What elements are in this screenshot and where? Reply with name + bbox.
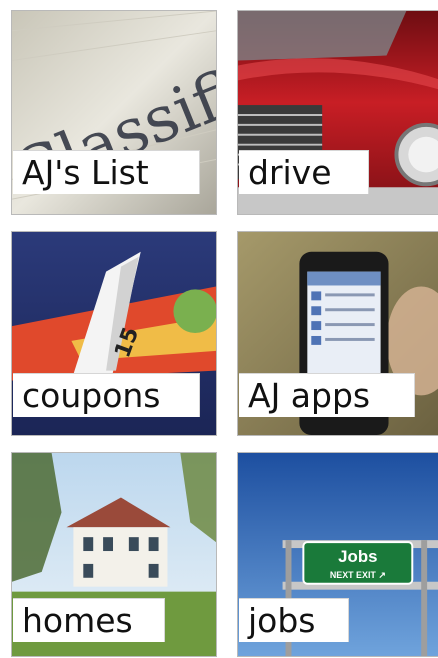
tile-label: jobs (239, 598, 349, 642)
tile-label: drive (239, 150, 369, 194)
tile-jobs[interactable]: Jobs NEXT EXIT ↗ jobs (237, 452, 438, 657)
tile-label: AJ's List (13, 150, 200, 194)
tile-label: coupons (13, 373, 200, 417)
tile-label: homes (13, 598, 165, 642)
sign-subtitle-text: NEXT EXIT ↗ (330, 570, 386, 580)
sign-title-text: Jobs (338, 547, 377, 566)
tile-homes[interactable]: homes (11, 452, 217, 657)
tile-drive[interactable]: drive (237, 10, 438, 215)
tile-aj-apps[interactable]: AJ apps (237, 231, 438, 436)
tile-ajs-list[interactable]: Classified AJ's List (11, 10, 217, 215)
tile-coupons[interactable]: 15 coupons (11, 231, 217, 436)
tile-label: AJ apps (239, 373, 415, 417)
